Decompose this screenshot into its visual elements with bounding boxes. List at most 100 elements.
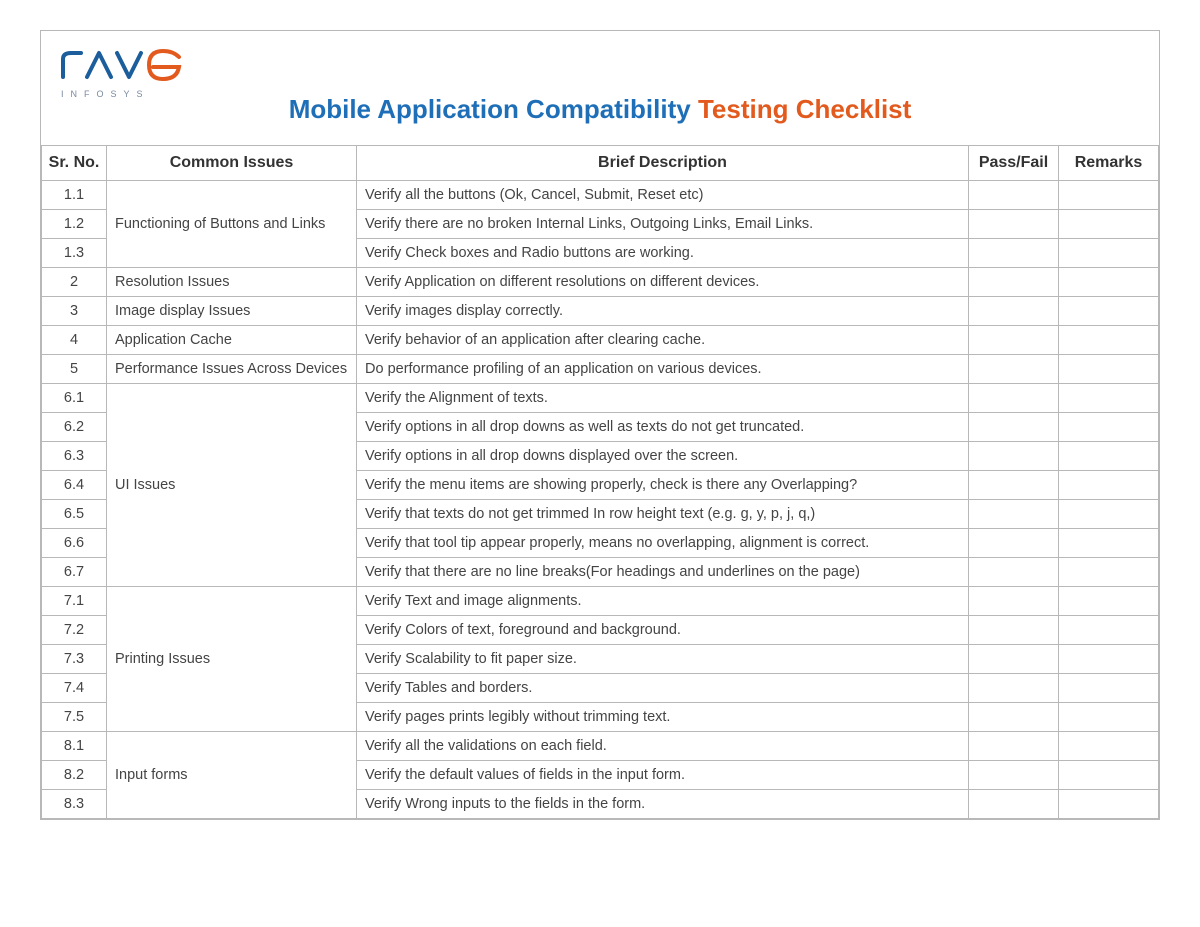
- cell-description: Verify behavior of an application after …: [357, 326, 969, 355]
- cell-pass-fail[interactable]: [969, 297, 1059, 326]
- col-header-remarks: Remarks: [1059, 146, 1159, 181]
- cell-remarks[interactable]: [1059, 761, 1159, 790]
- col-header-pass: Pass/Fail: [969, 146, 1059, 181]
- cell-remarks[interactable]: [1059, 732, 1159, 761]
- cell-common-issue: Performance Issues Across Devices: [107, 355, 357, 384]
- cell-remarks[interactable]: [1059, 355, 1159, 384]
- cell-sr-no: 1.2: [42, 210, 107, 239]
- cell-sr-no: 6.7: [42, 558, 107, 587]
- cell-pass-fail[interactable]: [969, 181, 1059, 210]
- page-title: Mobile Application Compatibility Testing…: [61, 94, 1139, 135]
- logo-main: [61, 49, 191, 87]
- cell-description: Verify Scalability to fit paper size.: [357, 645, 969, 674]
- cell-pass-fail[interactable]: [969, 413, 1059, 442]
- cell-remarks[interactable]: [1059, 384, 1159, 413]
- cell-description: Verify that texts do not get trimmed In …: [357, 500, 969, 529]
- cell-sr-no: 8.1: [42, 732, 107, 761]
- rave-logo-icon: [61, 49, 191, 81]
- cell-pass-fail[interactable]: [969, 790, 1059, 819]
- cell-sr-no: 1.1: [42, 181, 107, 210]
- cell-sr-no: 6.3: [42, 442, 107, 471]
- cell-pass-fail[interactable]: [969, 442, 1059, 471]
- cell-pass-fail[interactable]: [969, 558, 1059, 587]
- cell-pass-fail[interactable]: [969, 210, 1059, 239]
- cell-remarks[interactable]: [1059, 210, 1159, 239]
- checklist-table: Sr. No. Common Issues Brief Description …: [41, 145, 1159, 819]
- table-row: 4Application CacheVerify behavior of an …: [42, 326, 1159, 355]
- cell-description: Verify that there are no line breaks(For…: [357, 558, 969, 587]
- cell-pass-fail[interactable]: [969, 384, 1059, 413]
- cell-remarks[interactable]: [1059, 616, 1159, 645]
- cell-pass-fail[interactable]: [969, 471, 1059, 500]
- cell-pass-fail[interactable]: [969, 268, 1059, 297]
- cell-remarks[interactable]: [1059, 471, 1159, 500]
- cell-remarks[interactable]: [1059, 529, 1159, 558]
- table-row: 2Resolution IssuesVerify Application on …: [42, 268, 1159, 297]
- cell-common-issue: Functioning of Buttons and Links: [107, 181, 357, 268]
- cell-sr-no: 5: [42, 355, 107, 384]
- table-row: 3Image display IssuesVerify images displ…: [42, 297, 1159, 326]
- cell-description: Verify the default values of fields in t…: [357, 761, 969, 790]
- cell-remarks[interactable]: [1059, 442, 1159, 471]
- cell-remarks[interactable]: [1059, 413, 1159, 442]
- cell-description: Verify the Alignment of texts.: [357, 384, 969, 413]
- cell-remarks[interactable]: [1059, 268, 1159, 297]
- cell-remarks[interactable]: [1059, 181, 1159, 210]
- cell-pass-fail[interactable]: [969, 587, 1059, 616]
- cell-pass-fail[interactable]: [969, 703, 1059, 732]
- cell-common-issue: Printing Issues: [107, 587, 357, 732]
- cell-sr-no: 8.3: [42, 790, 107, 819]
- logo-subtitle: INFOSYS: [61, 89, 191, 99]
- col-header-sr: Sr. No.: [42, 146, 107, 181]
- cell-remarks[interactable]: [1059, 674, 1159, 703]
- cell-sr-no: 7.1: [42, 587, 107, 616]
- cell-description: Verify options in all drop downs display…: [357, 442, 969, 471]
- cell-remarks[interactable]: [1059, 790, 1159, 819]
- cell-pass-fail[interactable]: [969, 355, 1059, 384]
- cell-remarks[interactable]: [1059, 558, 1159, 587]
- cell-description: Verify Tables and borders.: [357, 674, 969, 703]
- cell-remarks[interactable]: [1059, 645, 1159, 674]
- cell-remarks[interactable]: [1059, 500, 1159, 529]
- cell-description: Verify all the validations on each field…: [357, 732, 969, 761]
- title-part-2: Testing Checklist: [698, 94, 911, 124]
- cell-description: Verify Colors of text, foreground and ba…: [357, 616, 969, 645]
- cell-pass-fail[interactable]: [969, 239, 1059, 268]
- cell-description: Verify that tool tip appear properly, me…: [357, 529, 969, 558]
- table-row: 7.1Printing IssuesVerify Text and image …: [42, 587, 1159, 616]
- title-part-1: Mobile Application Compatibility: [289, 94, 698, 124]
- cell-remarks[interactable]: [1059, 239, 1159, 268]
- cell-description: Verify Application on different resoluti…: [357, 268, 969, 297]
- cell-sr-no: 7.2: [42, 616, 107, 645]
- cell-remarks[interactable]: [1059, 297, 1159, 326]
- cell-sr-no: 8.2: [42, 761, 107, 790]
- cell-pass-fail[interactable]: [969, 732, 1059, 761]
- cell-common-issue: Image display Issues: [107, 297, 357, 326]
- cell-description: Verify pages prints legibly without trim…: [357, 703, 969, 732]
- cell-sr-no: 6.6: [42, 529, 107, 558]
- cell-pass-fail[interactable]: [969, 616, 1059, 645]
- cell-description: Verify Wrong inputs to the fields in the…: [357, 790, 969, 819]
- cell-pass-fail[interactable]: [969, 674, 1059, 703]
- table-row: 5Performance Issues Across DevicesDo per…: [42, 355, 1159, 384]
- cell-remarks[interactable]: [1059, 703, 1159, 732]
- cell-sr-no: 4: [42, 326, 107, 355]
- col-header-issue: Common Issues: [107, 146, 357, 181]
- cell-pass-fail[interactable]: [969, 500, 1059, 529]
- cell-sr-no: 6.4: [42, 471, 107, 500]
- cell-common-issue: Application Cache: [107, 326, 357, 355]
- cell-pass-fail[interactable]: [969, 645, 1059, 674]
- cell-pass-fail[interactable]: [969, 761, 1059, 790]
- cell-description: Verify Text and image alignments.: [357, 587, 969, 616]
- cell-description: Verify all the buttons (Ok, Cancel, Subm…: [357, 181, 969, 210]
- cell-sr-no: 6.1: [42, 384, 107, 413]
- table-body: 1.1Functioning of Buttons and LinksVerif…: [42, 181, 1159, 819]
- cell-description: Verify Check boxes and Radio buttons are…: [357, 239, 969, 268]
- cell-remarks[interactable]: [1059, 326, 1159, 355]
- cell-common-issue: Resolution Issues: [107, 268, 357, 297]
- cell-remarks[interactable]: [1059, 587, 1159, 616]
- logo: INFOSYS: [61, 49, 191, 99]
- cell-pass-fail[interactable]: [969, 529, 1059, 558]
- cell-pass-fail[interactable]: [969, 326, 1059, 355]
- cell-description: Verify images display correctly.: [357, 297, 969, 326]
